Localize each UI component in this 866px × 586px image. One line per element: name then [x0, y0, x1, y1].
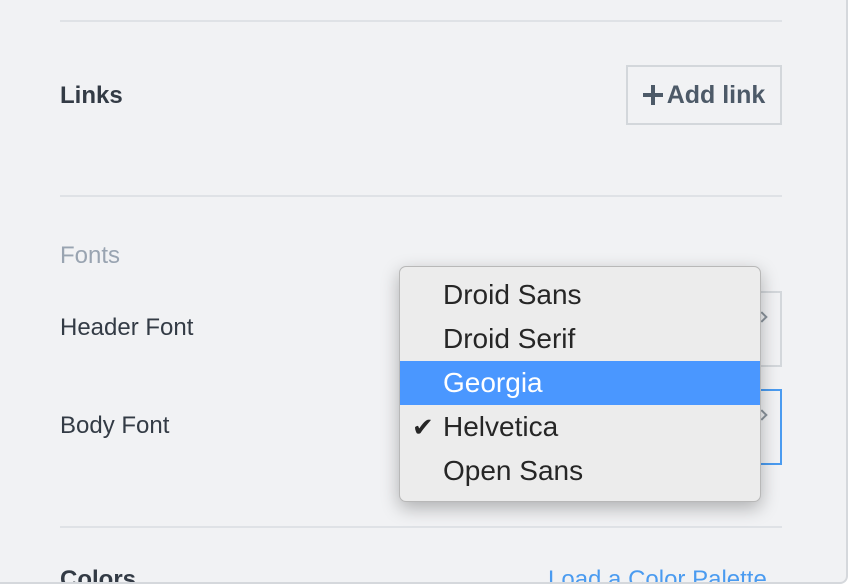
font-option-droid-serif[interactable]: Droid Serif: [400, 317, 760, 361]
font-option-helvetica[interactable]: ✔ Helvetica: [400, 405, 760, 449]
add-link-button[interactable]: Add link: [626, 65, 782, 125]
option-label: Droid Serif: [443, 323, 576, 354]
add-link-label: Add link: [666, 80, 766, 109]
divider: [60, 526, 782, 528]
option-label: Droid Sans: [443, 279, 582, 310]
font-option-georgia[interactable]: Georgia: [400, 361, 760, 405]
divider: [60, 195, 782, 197]
links-label: Links: [60, 82, 123, 109]
fonts-section-title: Fonts: [60, 242, 121, 269]
colors-label: Colors: [60, 566, 137, 584]
option-label: Open Sans: [443, 455, 584, 486]
divider: [60, 20, 782, 22]
header-font-label: Header Font: [60, 314, 194, 341]
checkmark-icon: ✔: [412, 412, 434, 442]
font-dropdown-menu: Droid Sans Droid Serif Georgia ✔ Helveti…: [399, 266, 761, 502]
option-label: Georgia: [443, 367, 543, 398]
font-option-open-sans[interactable]: Open Sans: [400, 449, 760, 493]
body-font-label: Body Font: [60, 412, 170, 439]
plus-icon: [642, 85, 663, 105]
font-option-droid-sans[interactable]: Droid Sans: [400, 273, 760, 317]
option-label: Helvetica: [443, 411, 559, 442]
load-color-palette-link[interactable]: Load a Color Palette: [548, 566, 767, 582]
